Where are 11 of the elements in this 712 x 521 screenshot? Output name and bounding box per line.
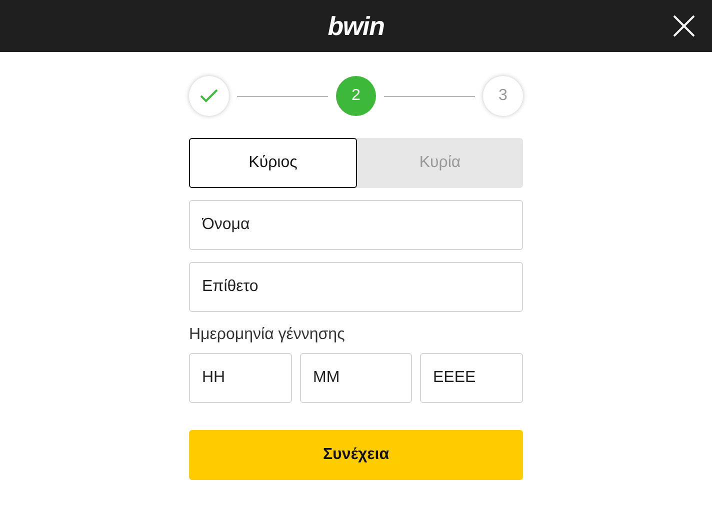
field-label: Ημερομηνία γέννησης bbox=[189, 325, 346, 345]
input-field[interactable]: ΜΜ bbox=[300, 353, 412, 403]
close-button[interactable] bbox=[672, 14, 696, 38]
gender-toggle[interactable]: Κύριος bbox=[189, 138, 357, 188]
input-field[interactable]: Επίθετο bbox=[189, 262, 523, 312]
check-icon bbox=[200, 89, 218, 103]
continue-button[interactable]: Συνέχεια bbox=[189, 430, 523, 480]
input-field[interactable]: ΗΗ bbox=[189, 353, 292, 403]
input-field[interactable]: ΕΕΕΕ bbox=[420, 353, 523, 403]
logo: bwin bbox=[328, 13, 384, 39]
close-icon bbox=[673, 15, 695, 37]
